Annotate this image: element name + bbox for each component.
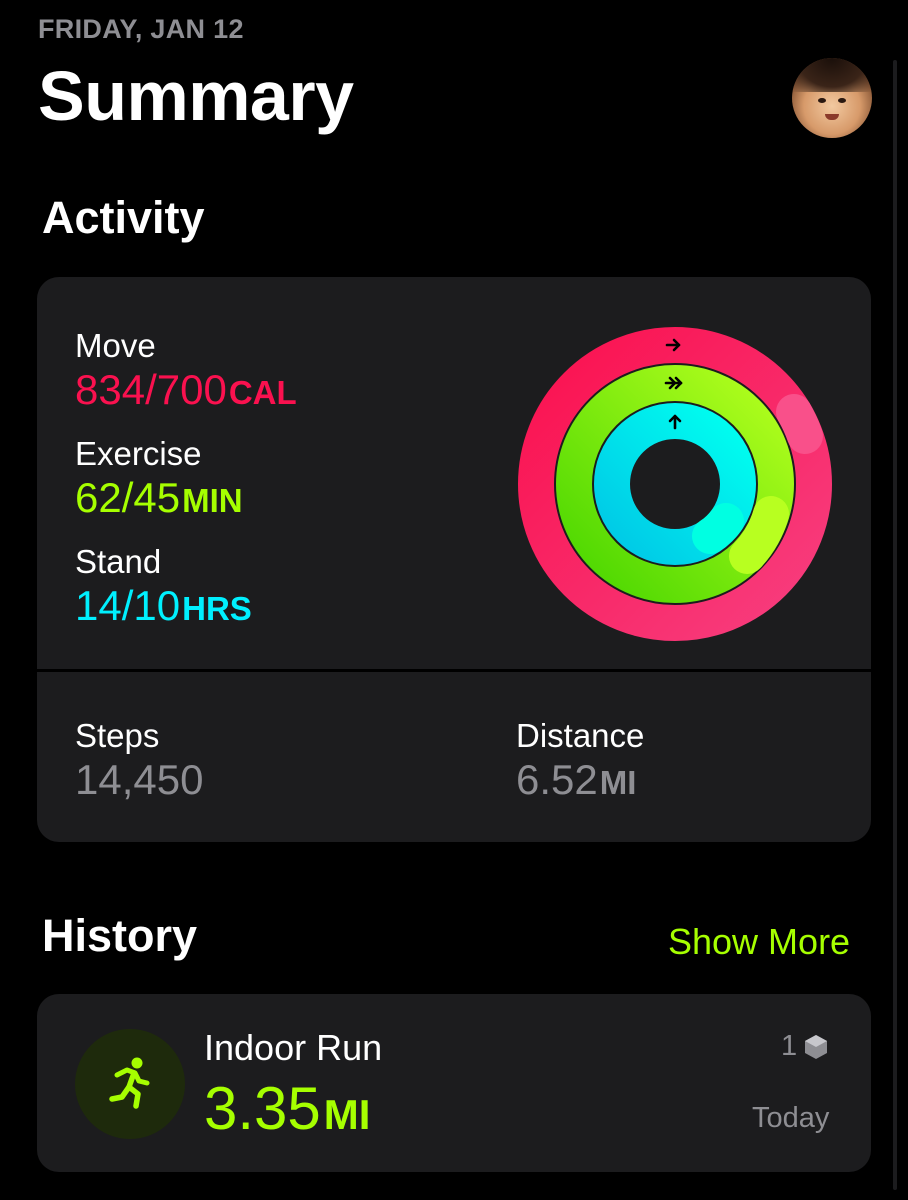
workout-count: 1 [781, 1030, 829, 1063]
move-value: 834/700CAL [75, 366, 297, 414]
distance-value: 6.52MI [516, 756, 636, 804]
activity-heading: Activity [42, 192, 205, 243]
avatar-eye-right [838, 98, 846, 103]
distance-value-number: 6.52 [516, 756, 598, 803]
activity-card[interactable]: Move 834/700CAL Exercise 62/45MIN Stand … [37, 277, 871, 842]
workout-count-number: 1 [781, 1030, 798, 1062]
date-label: FRIDAY, JAN 12 [38, 14, 244, 44]
hexagon-badge-icon [805, 1034, 828, 1059]
exercise-value-unit: MIN [182, 482, 243, 519]
page-title: Summary [38, 57, 354, 135]
running-figure-icon [109, 1057, 150, 1109]
history-heading: History [42, 910, 198, 961]
stand-value-unit: HRS [182, 590, 252, 627]
avatar-eye-left [818, 98, 826, 103]
card-divider [37, 669, 871, 672]
stand-label: Stand [75, 543, 162, 580]
scrollbar[interactable] [893, 60, 897, 1190]
move-value-number: 834/700 [75, 366, 227, 413]
workout-date: Today [752, 1102, 830, 1134]
stand-value-number: 14/10 [75, 582, 181, 629]
steps-value: 14,450 [75, 756, 204, 803]
workout-distance-unit: MI [323, 1091, 371, 1138]
workout-distance: 3.35MI [204, 1074, 370, 1143]
stand-value: 14/10HRS [75, 582, 252, 630]
steps-label: Steps [75, 717, 160, 754]
exercise-ring-overlap [729, 496, 789, 574]
exercise-value: 62/45MIN [75, 474, 243, 522]
workout-name: Indoor Run [204, 1027, 383, 1068]
show-more-button[interactable]: Show More [668, 921, 850, 963]
workout-distance-number: 3.35 [204, 1075, 321, 1142]
move-ring-overlap [776, 394, 823, 454]
exercise-label: Exercise [75, 435, 202, 472]
move-value-unit: CAL [228, 374, 297, 411]
workout-icon-badge [75, 1029, 185, 1139]
activity-rings[interactable] [515, 324, 835, 644]
distance-value-unit: MI [599, 764, 637, 801]
stand-ring-overlap [692, 503, 744, 554]
distance-label: Distance [516, 717, 645, 754]
workout-card[interactable]: Indoor Run 3.35MI 1 Today [37, 994, 871, 1172]
avatar-mouth [825, 114, 839, 120]
avatar-hair [792, 58, 872, 92]
exercise-value-number: 62/45 [75, 474, 181, 521]
avatar[interactable] [792, 58, 872, 138]
move-label: Move [75, 327, 156, 364]
